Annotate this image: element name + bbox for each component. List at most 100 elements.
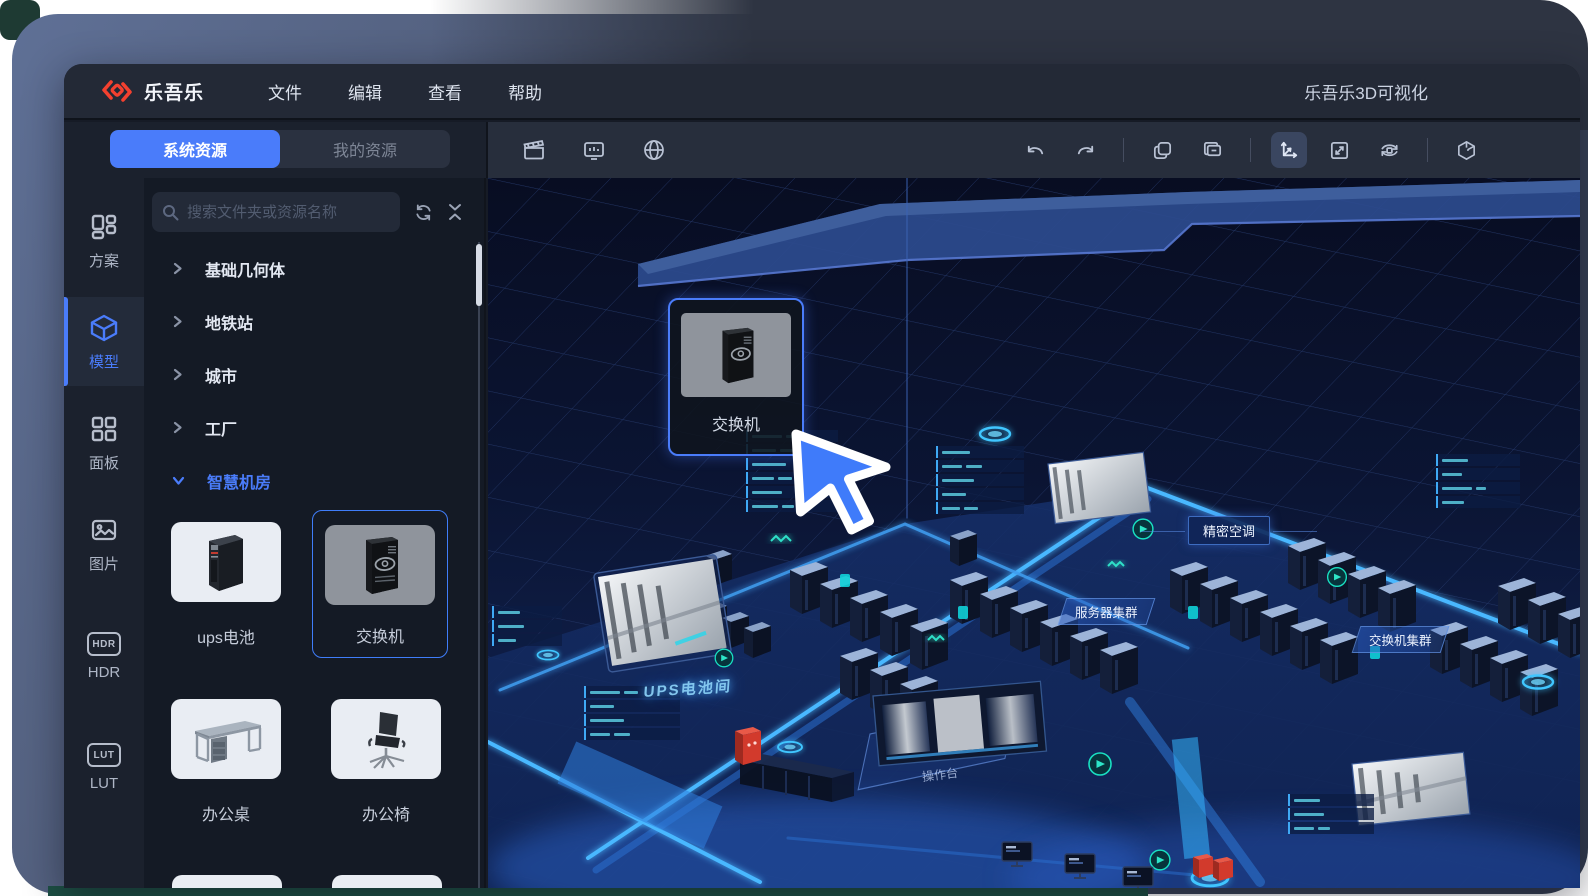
menu-file[interactable]: 文件 [268,79,302,104]
resource-label: 交换机 [356,623,404,647]
resource-card-ups[interactable]: ups电池 [158,522,294,648]
copy-icon [1151,139,1174,162]
drag-ghost-card[interactable]: 交换机 [668,298,804,456]
tab-my-resources[interactable]: 我的资源 [280,130,450,168]
chair-image [358,708,414,770]
app-window: 乐吾乐 文件 编辑 查看 帮助 乐吾乐3D可视化 系统资源 我的资源 [64,64,1580,888]
red-cabinet [735,727,761,765]
partial-thumbnail[interactable] [172,875,282,888]
toolbar-left-group [516,132,672,168]
rail-label: 模型 [89,351,119,372]
viewport-toolbar [488,122,1580,178]
copy-button[interactable] [1144,132,1180,168]
display-button[interactable] [576,132,612,168]
app-title: 乐吾乐3D可视化 [1304,79,1428,104]
rail-label: 面板 [89,452,119,473]
tree-label: 地铁站 [205,310,253,334]
panel-scrollbar-thumb[interactable] [476,244,482,306]
refresh-button[interactable] [414,203,433,222]
info-panel [1288,794,1374,834]
rail-label: 方案 [89,250,119,271]
rotate-tool-button[interactable] [1371,132,1407,168]
tree-item-basic-geometry[interactable]: 基础几何体 [144,242,474,295]
search-box[interactable] [152,192,400,232]
window-body: 系统资源 我的资源 方案 模型 [64,122,1580,888]
menu-help[interactable]: 帮助 [508,79,542,104]
redo-icon [1074,139,1097,162]
rail-item-lut[interactable]: LUT LUT [64,727,144,806]
tab-system-resources[interactable]: 系统资源 [110,130,280,168]
refresh-icon [414,203,433,222]
desk-thumbnail [171,699,281,779]
sidebar-tabs-zone: 系统资源 我的资源 [64,122,488,178]
menu-edit[interactable]: 编辑 [348,79,382,104]
layout-icon [89,212,119,242]
collapse-icon [447,203,463,221]
cube-tool-button[interactable] [1448,132,1484,168]
rail-item-scheme[interactable]: 方案 [64,196,144,285]
chevron-right-icon [172,262,183,275]
ups-thumbnail [171,522,281,602]
toolbar-right-group [1017,132,1484,168]
toolbar-divider [1123,138,1124,162]
switch-rack-image [348,532,412,598]
animation-button[interactable] [516,132,552,168]
rail-item-image[interactable]: 图片 [64,499,144,588]
label-server-cluster[interactable]: 服务器集群 [1058,598,1155,625]
panel-scrollbar-track[interactable] [478,242,480,888]
rail-item-hdr[interactable]: HDR HDR [64,616,144,695]
redo-button[interactable] [1067,132,1103,168]
tree-item-smart-datacenter[interactable]: 智慧机房 [144,454,474,507]
rail-label: HDR [88,664,121,681]
cube-icon [89,313,119,343]
cube-tool-icon [1455,139,1478,162]
resource-grid: ups电池 [144,510,486,888]
move-tool-button[interactable] [1271,132,1307,168]
rail-item-panel[interactable]: 面板 [64,398,144,487]
resource-tabs: 系统资源 我的资源 [110,130,450,168]
resource-card-chair[interactable]: 办公椅 [318,699,454,825]
search-input[interactable] [187,204,377,221]
rotate-icon [1378,139,1401,162]
duplicate-icon [1201,139,1224,162]
tree-item-city[interactable]: 城市 [144,348,474,401]
chair-thumbnail [331,699,441,779]
duplicate-button[interactable] [1194,132,1230,168]
globe-icon [642,138,666,162]
tree-label: 工厂 [205,416,237,440]
resource-label: 办公椅 [362,801,410,825]
desk-image [187,709,265,769]
clapperboard-icon [522,138,546,162]
resource-card-switch[interactable]: 交换机 [312,510,448,658]
tree-item-subway[interactable]: 地铁站 [144,295,474,348]
scale-tool-button[interactable] [1321,132,1357,168]
undo-icon [1024,139,1047,162]
undo-button[interactable] [1017,132,1053,168]
red-boxes [1193,854,1233,881]
collapse-all-button[interactable] [447,203,463,221]
toolbar-divider [1427,138,1428,162]
chevron-right-icon [172,315,183,328]
3d-viewport[interactable]: 精密空调 服务器集群 交换机集群 UPS电池间 操作台 [488,178,1580,888]
menu-items: 文件 编辑 查看 帮助 [268,79,542,104]
tree-label: 城市 [205,363,237,387]
info-panel [936,446,1024,514]
menu-view[interactable]: 查看 [428,79,462,104]
grid-icon [89,414,119,444]
resource-label: 办公桌 [202,801,250,825]
label-switch-cluster[interactable]: 交换机集群 [1352,626,1449,653]
brand[interactable]: 乐吾乐 [102,77,204,105]
resource-card-desk[interactable]: 办公桌 [158,699,294,825]
tree-item-factory[interactable]: 工厂 [144,401,474,454]
rail-item-model[interactable]: 模型 [64,297,144,386]
menu-bar: 乐吾乐 文件 编辑 查看 帮助 乐吾乐3D可视化 [64,64,1580,120]
globe-button[interactable] [636,132,672,168]
sidebar-icon-rail: 方案 模型 面板 [64,178,144,888]
resource-panel: 基础几何体 地铁站 城市 [144,178,486,888]
image-icon [89,515,119,545]
chevron-right-icon [172,421,183,434]
resource-tree: 基础几何体 地铁站 城市 [144,242,474,507]
screenshot-stage: 乐吾乐 文件 编辑 查看 帮助 乐吾乐3D可视化 系统资源 我的资源 [0,0,1588,896]
partial-thumbnail[interactable] [332,875,442,888]
label-precision-ac[interactable]: 精密空调 [1188,516,1270,545]
